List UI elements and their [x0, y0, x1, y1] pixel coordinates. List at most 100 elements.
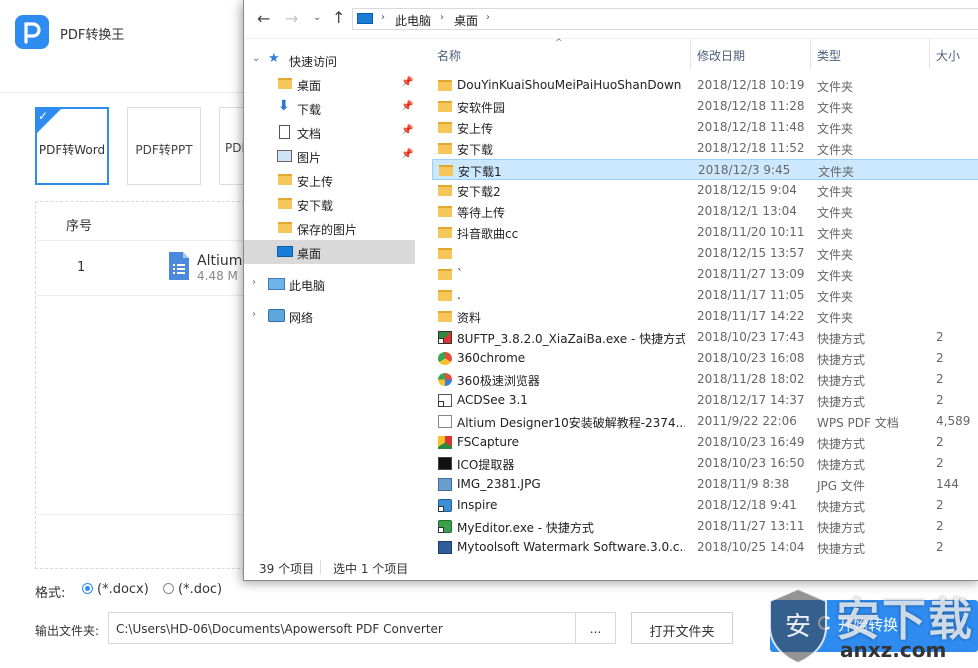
nav-network[interactable]: › 网络 [244, 304, 415, 328]
expand-chevron-icon[interactable]: › [252, 277, 256, 288]
docx-radio-label[interactable]: (*.docx) [97, 582, 149, 597]
column-size[interactable]: 大小 [936, 47, 960, 64]
open-folder-button[interactable]: 打开文件夹 [631, 612, 733, 644]
nav-item-pictures[interactable]: 图片 📌 [244, 144, 415, 168]
file-row[interactable]: ACDSee 3.1 2018/12/17 14:37 快捷方式 2 [432, 390, 978, 411]
app-title: PDF转换王 [60, 28, 125, 43]
file-row[interactable]: 安下载2 2018/12/15 9:04 文件夹 [432, 180, 978, 201]
file-name: . [457, 288, 461, 302]
file-type: 文件夹 [817, 143, 854, 157]
document-icon [279, 125, 290, 139]
file-modified-date: 2018/12/15 9:04 [697, 183, 797, 197]
file-name: ACDSee 3.1 [457, 393, 528, 407]
file-modified-date: 2018/11/17 14:22 [697, 309, 805, 323]
mode-pdf-to-word[interactable]: ✓ PDF转Word [35, 107, 109, 185]
file-size: 4,589 [936, 414, 971, 428]
address-bar[interactable]: › 此电脑 › 桌面 › [352, 8, 978, 30]
collapse-chevron-icon[interactable]: ⌄ [252, 53, 260, 64]
file-row[interactable]: ` 2018/11/27 13:09 文件夹 [432, 264, 978, 285]
file-row[interactable]: 安上传 2018/12/18 11:48 文件夹 [432, 117, 978, 138]
file-modified-date: 2011/9/22 22:06 [697, 414, 797, 428]
file-modified-date: 2018/10/23 16:50 [697, 456, 805, 470]
file-type: 快捷方式 [817, 395, 866, 409]
file-row[interactable]: 2018/12/15 13:57 文件夹 [432, 243, 978, 264]
nav-item-saved-pictures[interactable]: 保存的图片 [244, 216, 415, 240]
file-name: DouYinKuaiShouMeiPaiHuoShanDown [457, 78, 682, 92]
column-type[interactable]: 类型 [817, 47, 841, 64]
docx-radio[interactable] [82, 583, 93, 594]
mode-label: PDF转PPT [135, 143, 193, 157]
navigation-pane: ⌄ ★ 快速访问 桌面 📌 ⬇ 下载 📌 文档 📌 图片 📌 安上传 安下载 保… [244, 39, 417, 554]
file-size: 2 [936, 393, 944, 407]
file-row[interactable]: ICO提取器 2018/10/23 16:50 快捷方式 2 [432, 453, 978, 474]
file-row[interactable]: Altium Designer10安装破解教程-2374... 2011/9/22… [432, 411, 978, 432]
folder-icon [438, 143, 452, 154]
watermark-url: anxz.com [840, 638, 947, 662]
output-folder-label: 输出文件夹: [35, 624, 100, 638]
doc-radio[interactable] [163, 583, 174, 594]
file-name: FSCapture [457, 435, 520, 449]
file-row[interactable]: 抖音歌曲cc 2018/11/20 10:11 文件夹 [432, 222, 978, 243]
file-row[interactable]: 安下载1 2018/12/3 9:45 文件夹 [432, 159, 978, 180]
folder-icon [278, 198, 292, 209]
file-modified-date: 2018/11/20 10:11 [697, 225, 805, 239]
file-row[interactable]: IMG_2381.JPG 2018/11/9 8:38 JPG 文件 144 [432, 474, 978, 495]
file-row[interactable]: 等待上传 2018/12/1 13:04 文件夹 [432, 201, 978, 222]
column-date[interactable]: 修改日期 [697, 47, 745, 64]
pin-icon: 📌 [401, 101, 414, 112]
nav-item-documents[interactable]: 文档 📌 [244, 120, 415, 144]
expand-chevron-icon[interactable]: › [252, 309, 256, 320]
doc-radio-label[interactable]: (*.doc) [178, 582, 222, 597]
file-row[interactable]: 360极速浏览器 2018/11/28 18:02 快捷方式 2 [432, 369, 978, 390]
output-path-field[interactable]: C:\Users\HD-06\Documents\Apowersoft PDF … [108, 612, 576, 644]
nav-item-desktop-selected[interactable]: 桌面 [244, 240, 415, 264]
file-size: 2 [936, 456, 944, 470]
file-size: 2 [936, 372, 944, 386]
document-icon [169, 252, 189, 280]
column-divider[interactable] [929, 39, 930, 69]
folder-icon [438, 122, 452, 133]
file-type: 快捷方式 [817, 353, 866, 367]
up-arrow-icon[interactable]: ↑ [332, 8, 345, 27]
file-row[interactable]: 安软件园 2018/12/18 11:28 文件夹 [432, 96, 978, 117]
network-icon [268, 309, 285, 322]
file-modified-date: 2018/12/18 11:28 [697, 99, 805, 113]
browse-button[interactable]: ... [576, 612, 616, 644]
column-divider[interactable] [690, 39, 691, 69]
file-row[interactable]: 安下载 2018/12/18 11:52 文件夹 [432, 138, 978, 159]
breadcrumb-this-pc[interactable]: 此电脑 [395, 12, 431, 29]
file-row[interactable]: 1 Altium 4.48 M [36, 241, 246, 296]
column-name[interactable]: 名称 [437, 47, 461, 64]
file-row[interactable]: MyEditor.exe - 快捷方式 2018/11/27 13:11 快捷方式 2 [432, 516, 978, 537]
breadcrumb-desktop[interactable]: 桌面 [454, 12, 478, 29]
file-name: 安软件园 [457, 101, 506, 115]
file-row[interactable]: Inspire 2018/12/18 9:41 快捷方式 2 [432, 495, 978, 516]
back-arrow-icon[interactable]: ← [257, 9, 270, 28]
nav-label: 桌面 [297, 247, 322, 261]
file-name: MyEditor.exe - 快捷方式 [457, 521, 594, 535]
recent-locations-icon[interactable]: ⌄ [313, 12, 321, 23]
nav-item-downloads[interactable]: ⬇ 下载 📌 [244, 96, 415, 120]
file-row[interactable]: 8UFTP_3.8.2.0_XiaZaiBa.exe - 快捷方式 2018/10… [432, 327, 978, 348]
nav-item-an-download[interactable]: 安下载 [244, 192, 415, 216]
forward-arrow-icon[interactable]: → [285, 9, 298, 28]
nav-item-an-upload[interactable]: 安上传 [244, 168, 415, 192]
mode-pdf-to-ppt[interactable]: PDF转PPT [127, 107, 201, 185]
folder-icon [438, 248, 452, 259]
file-row[interactable]: 资料 2018/11/17 14:22 文件夹 [432, 306, 978, 327]
file-row[interactable]: 360chrome 2018/10/23 16:08 快捷方式 2 [432, 348, 978, 369]
folder-icon [438, 311, 452, 322]
file-modified-date: 2018/12/18 9:41 [697, 498, 797, 512]
file-row[interactable]: FSCapture 2018/10/23 16:49 快捷方式 2 [432, 432, 978, 453]
file-name: 8UFTP_3.8.2.0_XiaZaiBa.exe - 快捷方式 [457, 332, 685, 346]
file-row[interactable]: DouYinKuaiShouMeiPaiHuoShanDown 2018/12/1… [432, 75, 978, 96]
nav-this-pc[interactable]: › 此电脑 [244, 272, 415, 296]
nav-label: 桌面 [297, 79, 322, 93]
desktop-icon [277, 246, 293, 257]
file-type: 文件夹 [817, 122, 854, 136]
folder-icon [438, 290, 452, 301]
nav-item-desktop[interactable]: 桌面 📌 [244, 72, 415, 96]
nav-quick-access[interactable]: ⌄ ★ 快速访问 [244, 48, 415, 72]
file-row[interactable]: . 2018/11/17 11:05 文件夹 [432, 285, 978, 306]
column-divider[interactable] [810, 39, 811, 69]
